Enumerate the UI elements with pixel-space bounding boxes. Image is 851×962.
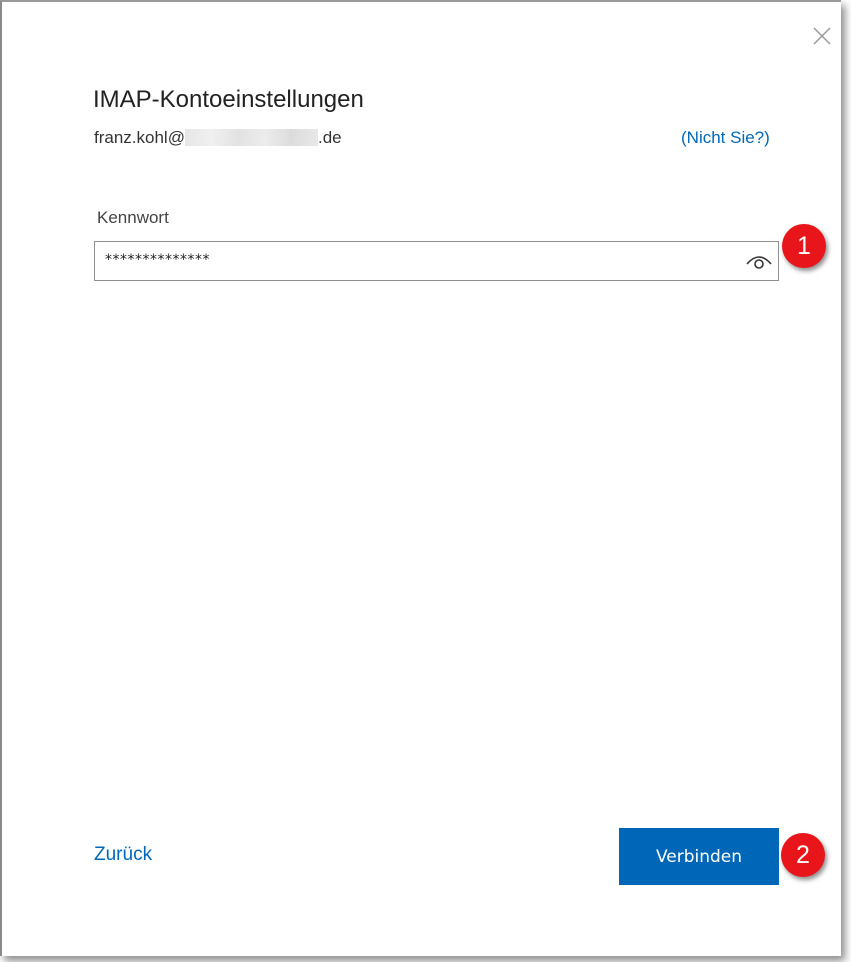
show-password-button[interactable] <box>745 250 773 272</box>
redacted-domain <box>184 129 318 146</box>
annotation-marker-1: 1 <box>782 224 826 268</box>
connect-button[interactable]: Verbinden <box>619 828 779 885</box>
password-field <box>94 241 779 281</box>
account-email: franz.kohl@ .de <box>94 128 342 148</box>
eye-icon <box>746 256 772 269</box>
annotation-marker-2: 2 <box>781 833 825 877</box>
password-label: Kennwort <box>97 208 169 227</box>
back-link[interactable]: Zurück <box>94 844 152 866</box>
email-suffix: .de <box>317 128 342 147</box>
imap-settings-dialog: IMAP-Kontoeinstellungen franz.kohl@ .de (… <box>0 0 841 956</box>
email-prefix: franz.kohl@ <box>94 128 185 147</box>
not-you-link[interactable]: (Nicht Sie?) <box>681 128 770 148</box>
password-input[interactable] <box>105 248 725 272</box>
dialog-title: IMAP-Kontoeinstellungen <box>93 86 364 113</box>
close-icon <box>813 27 831 45</box>
close-button[interactable] <box>810 24 834 48</box>
